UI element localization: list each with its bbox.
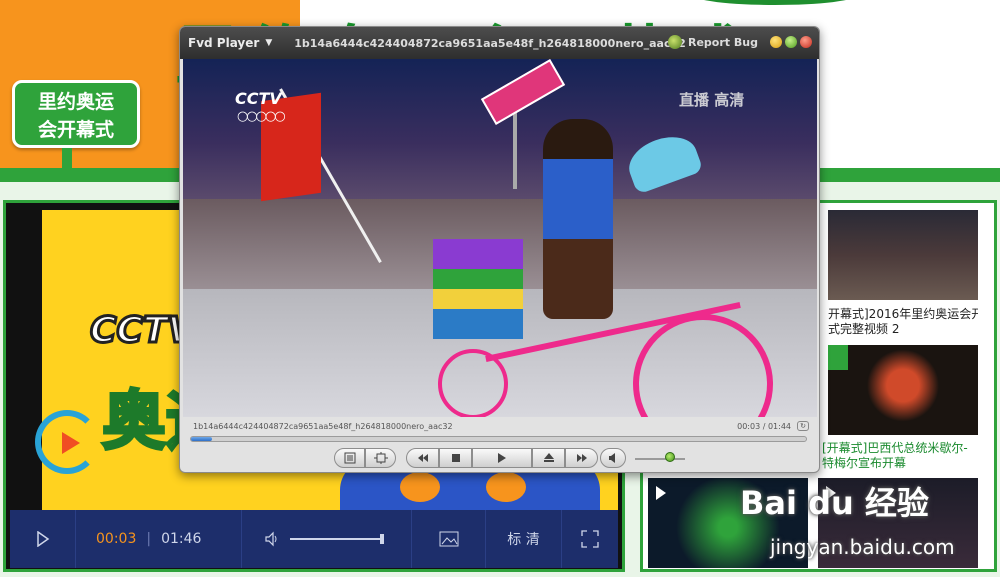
playlist-button[interactable] xyxy=(334,448,365,468)
eject-button[interactable] xyxy=(532,448,565,468)
quality-button[interactable]: 标 清 xyxy=(486,510,562,568)
overlay-cctv-logo: CCTV xyxy=(235,89,282,108)
fit-screen-button[interactable] xyxy=(365,448,396,468)
badge-line-1: 里约奥运 xyxy=(37,91,114,113)
rewind-button[interactable] xyxy=(406,448,439,468)
fullscreen-icon xyxy=(581,530,599,548)
video-caption-line-1: 开幕式]2016年里约奥运会开 xyxy=(828,307,978,321)
main-video-controls: 00:03 | 01:46 标 清 xyxy=(10,510,618,568)
info-row: 1b14a6444c424404872ca9651aa5e48f_h264818… xyxy=(183,418,817,434)
play-icon xyxy=(498,453,506,463)
baidu-watermark: Bai du 经验 xyxy=(740,484,929,522)
seek-progress xyxy=(191,437,212,441)
fvd-player-window: Fvd Player ▼ 1b14a6444c424404872ca9651aa… xyxy=(179,26,820,473)
video-flower-cart xyxy=(433,239,523,339)
video-sign-pole xyxy=(513,109,517,189)
report-bug-button[interactable]: Report Bug xyxy=(668,35,758,49)
volume-slider[interactable] xyxy=(290,534,384,544)
badge-line-2: 会开幕式 xyxy=(37,119,114,141)
volume-control[interactable] xyxy=(242,510,412,568)
current-time: 00:03 xyxy=(96,531,137,547)
report-bug-label: Report Bug xyxy=(688,35,758,49)
volume-icon[interactable] xyxy=(264,531,280,547)
play-logo-icon xyxy=(62,432,80,454)
close-button[interactable] xyxy=(800,36,812,48)
video-letterbox xyxy=(10,210,42,510)
stop-icon xyxy=(451,454,460,462)
video-thumbnail[interactable] xyxy=(828,210,978,300)
play-button[interactable] xyxy=(472,448,532,468)
maximize-button[interactable] xyxy=(785,36,797,48)
picture-icon xyxy=(439,531,458,547)
seek-bar[interactable] xyxy=(190,436,807,442)
app-menu-button[interactable]: Fvd Player ▼ xyxy=(188,36,272,50)
volume-handle[interactable] xyxy=(665,452,675,462)
video-thumbnail[interactable] xyxy=(828,345,978,435)
overlay-live-badge: 直播 高清 xyxy=(679,91,745,109)
speaker-icon xyxy=(609,453,615,463)
video-caption-line-2: 特梅尔宣布开幕 xyxy=(822,456,907,470)
app-name: Fvd Player xyxy=(188,36,260,50)
playlist-icon xyxy=(344,452,355,464)
screenshot-button[interactable] xyxy=(412,510,486,568)
fit-screen-icon xyxy=(373,452,388,464)
title-bar[interactable]: Fvd Player ▼ 1b14a6444c424404872ca9651aa… xyxy=(180,27,819,59)
time-display: 00:03 | 01:46 xyxy=(76,510,242,568)
video-display[interactable]: CCTV ○○○○○ 直播 高清 xyxy=(183,59,817,417)
window-title: 1b14a6444c424404872ca9651aa5e48f_h264818… xyxy=(294,36,686,50)
chevron-down-icon: ▼ xyxy=(265,38,273,48)
thumbnail-play-icon xyxy=(656,486,666,500)
video-performer xyxy=(543,119,613,319)
video-caption[interactable]: [开幕式]巴西代总统米歇尔- 特梅尔宣布开幕 xyxy=(822,441,982,471)
video-caption[interactable]: 开幕式]2016年里约奥运会开 式完整视频 2 xyxy=(828,307,978,337)
overlay-olympic-rings: ○○○○○ xyxy=(237,109,286,124)
badge-post xyxy=(62,148,72,170)
video-caption-line-1: [开幕式]巴西代总统米歇尔- xyxy=(822,441,968,455)
minimize-button[interactable] xyxy=(770,36,782,48)
player-controls xyxy=(180,446,819,472)
time-display: 00:03 / 01:44 xyxy=(737,421,791,431)
play-button[interactable] xyxy=(10,510,76,568)
event-badge[interactable]: 里约奥运 会开幕式 xyxy=(12,80,140,148)
stop-button[interactable] xyxy=(439,448,472,468)
eject-icon xyxy=(543,453,554,462)
video-mascot-foot-right xyxy=(486,472,526,502)
thumbnail-badge xyxy=(828,345,848,370)
fullscreen-button[interactable] xyxy=(562,510,618,568)
play-icon xyxy=(36,531,49,547)
fast-forward-button[interactable] xyxy=(565,448,598,468)
video-mascot-foot-left xyxy=(400,472,440,502)
file-name: 1b14a6444c424404872ca9651aa5e48f_h264818… xyxy=(193,421,453,431)
repeat-button[interactable]: ↻ xyxy=(797,421,809,431)
baidu-watermark-url: jingyan.baidu.com xyxy=(770,535,955,559)
fast-forward-icon xyxy=(576,454,587,462)
total-time: 01:46 xyxy=(161,531,202,547)
rewind-icon xyxy=(417,454,428,462)
volume-slider[interactable] xyxy=(635,458,685,460)
volume-handle[interactable] xyxy=(380,534,384,544)
time-separator: | xyxy=(146,531,152,547)
mute-button[interactable] xyxy=(600,448,626,468)
video-caption-line-2: 式完整视频 2 xyxy=(828,322,900,336)
bug-icon xyxy=(668,35,682,49)
